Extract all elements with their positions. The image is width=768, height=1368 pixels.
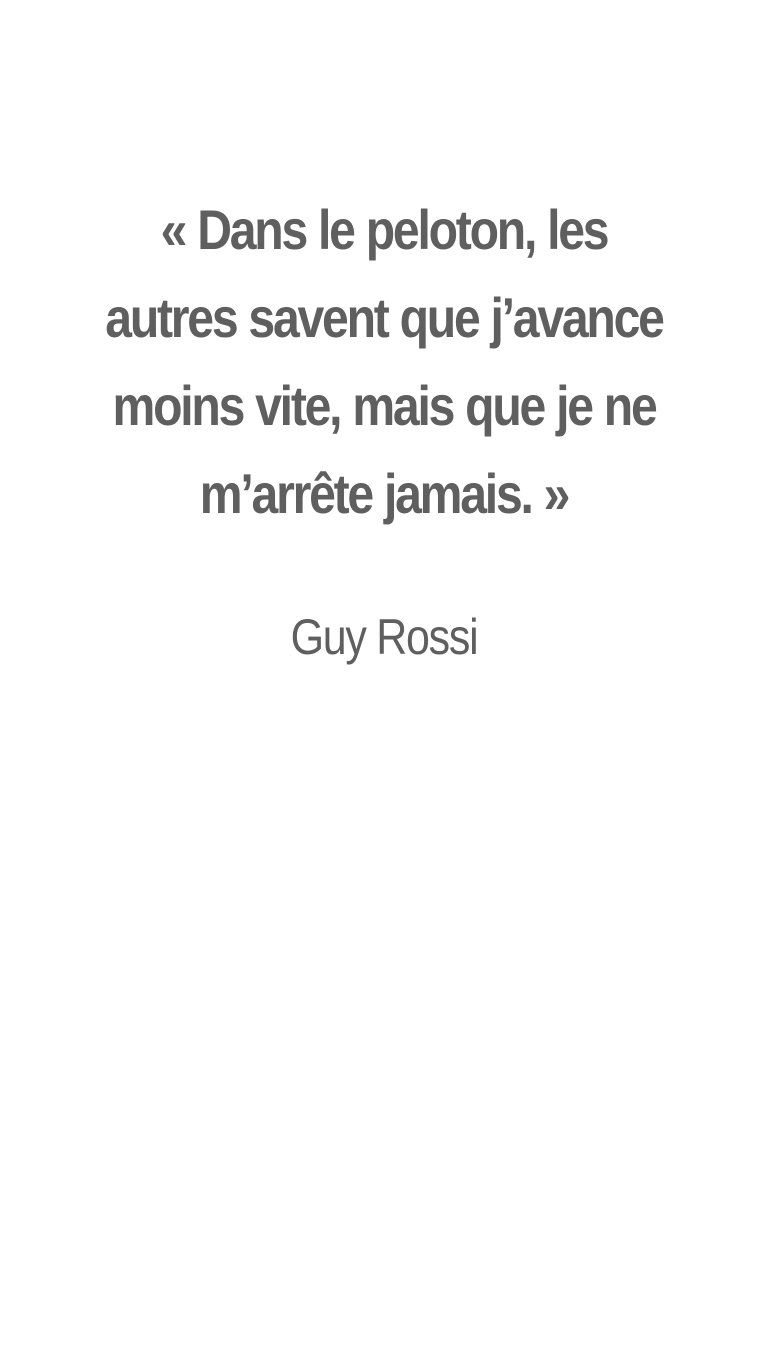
quote-author: Guy Rossi	[290, 609, 479, 665]
quote-line-2: autres savent que j’avance	[105, 286, 665, 349]
quote-line-3: moins vite, mais que je ne	[112, 374, 657, 437]
quote-line-4: m’arrête jamais. »	[199, 462, 571, 525]
quote-text: « Dans le peloton, les autres savent que…	[0, 186, 768, 538]
quote-line-1: « Dans le peloton, les	[160, 198, 610, 261]
